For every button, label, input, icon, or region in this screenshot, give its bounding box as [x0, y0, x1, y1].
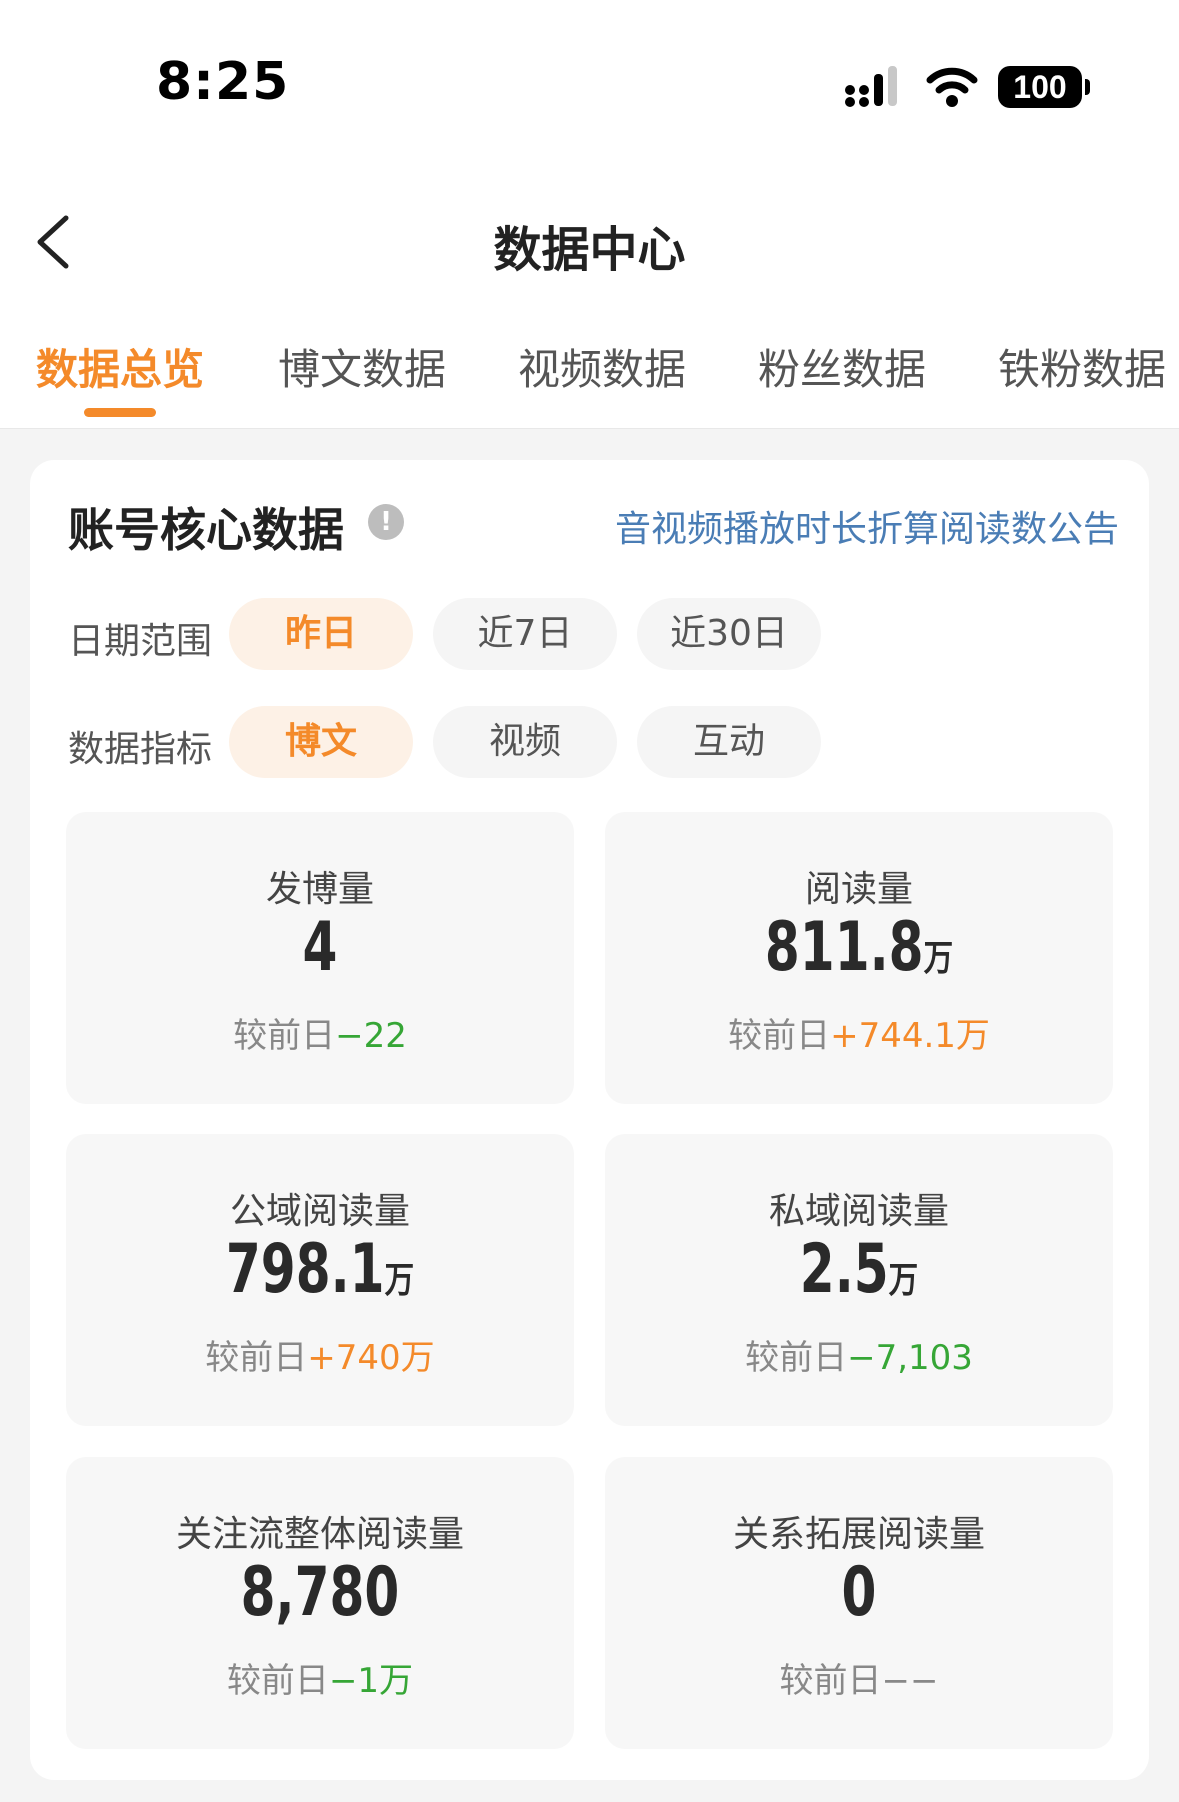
metric-value: 2.5万 [799, 1230, 919, 1309]
date-range-label: 日期范围 [68, 621, 213, 662]
metric-card-private-reads[interactable]: 私域阅读量 2.5万 较前日−7,103 [605, 1134, 1113, 1426]
notice-link[interactable]: 音视频播放时长折算阅读数公告 [615, 500, 1119, 552]
page-title: 数据中心 [493, 222, 686, 278]
info-icon[interactable]: ! [368, 504, 404, 540]
metric-option-interaction[interactable]: 互动 [637, 706, 821, 778]
metric-label: 关系拓展阅读量 [732, 1514, 985, 1555]
tab-overview[interactable]: 数据总览 [36, 336, 204, 397]
tab-post-data[interactable]: 博文数据 [278, 336, 446, 397]
tab-bar: 数据总览 博文数据 视频数据 粉丝数据 铁粉数据 [0, 336, 1179, 416]
metric-option-video[interactable]: 视频 [433, 706, 617, 778]
metric-card-public-reads[interactable]: 公域阅读量 798.1万 较前日+740万 [66, 1134, 574, 1426]
cellular-signal-icon [845, 66, 897, 107]
metric-option-posts[interactable]: 博文 [229, 706, 413, 778]
tab-fans-data[interactable]: 粉丝数据 [758, 336, 926, 397]
metric-value: 8,780 [240, 1553, 400, 1632]
metric-value: 798.1万 [225, 1230, 415, 1309]
metric-delta: 较前日+740万 [205, 1338, 435, 1378]
metric-delta: 较前日−1万 [226, 1661, 414, 1701]
metric-card-relationship-reads[interactable]: 关系拓展阅读量 0 较前日−− [605, 1457, 1113, 1749]
metric-card-reads[interactable]: 阅读量 811.8万 较前日+744.1万 [605, 812, 1113, 1104]
metric-delta: 较前日−− [779, 1661, 939, 1701]
metric-delta: 较前日+744.1万 [728, 1016, 990, 1056]
card-title: 账号核心数据 [68, 503, 344, 557]
metric-value: 811.8万 [764, 908, 954, 987]
tab-video-data[interactable]: 视频数据 [518, 336, 686, 397]
date-option-30days[interactable]: 近30日 [637, 598, 821, 670]
metric-card-follow-feed-reads[interactable]: 关注流整体阅读量 8,780 较前日−1万 [66, 1457, 574, 1749]
metric-label: 阅读量 [804, 869, 913, 910]
active-tab-indicator [84, 408, 156, 417]
metric-label: 关注流整体阅读量 [175, 1514, 464, 1555]
wifi-icon [926, 67, 978, 107]
metric-delta: 较前日−22 [233, 1016, 407, 1056]
date-option-yesterday[interactable]: 昨日 [229, 598, 413, 670]
metric-label: 私域阅读量 [768, 1191, 949, 1232]
status-time: 8:25 [156, 52, 290, 112]
tab-loyal-fans-data[interactable]: 铁粉数据 [998, 336, 1166, 397]
metric-card-posts[interactable]: 发博量 4 较前日−22 [66, 812, 574, 1104]
metric-label: 发博量 [265, 869, 374, 910]
metric-value: 4 [302, 908, 338, 987]
metric-value: 0 [841, 1553, 877, 1632]
metric-delta: 较前日−7,103 [745, 1338, 973, 1378]
battery-icon: 100 [998, 66, 1090, 108]
date-option-7days[interactable]: 近7日 [433, 598, 617, 670]
metric-label: 公域阅读量 [229, 1191, 410, 1232]
metric-type-label: 数据指标 [68, 729, 213, 770]
